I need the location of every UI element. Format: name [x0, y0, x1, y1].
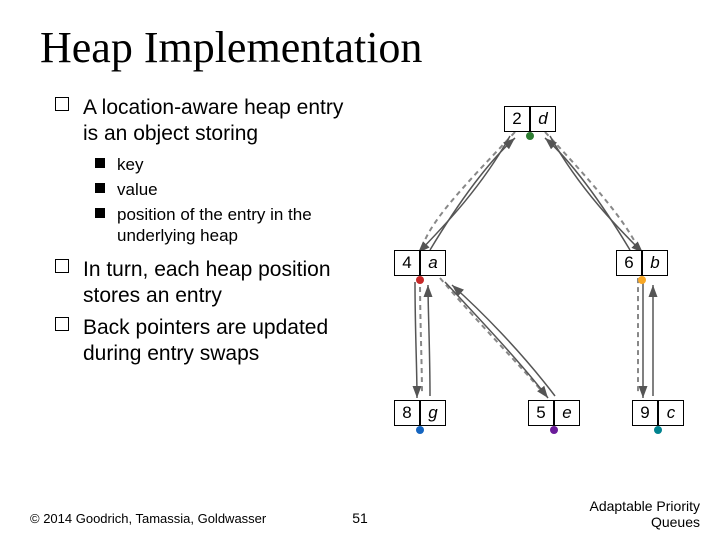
hollow-square-icon	[55, 317, 69, 331]
bullet-1c: position of the entry in the underlying …	[55, 204, 355, 247]
dot-icon	[638, 276, 646, 284]
bullet-3: Back pointers are updated during entry s…	[55, 315, 355, 368]
dot-icon	[416, 276, 424, 284]
bullet-1b: value	[55, 179, 355, 200]
body-text: A location-aware heap entry is an object…	[55, 95, 355, 374]
node-d-value: d	[530, 106, 556, 132]
page-title: Heap Implementation	[40, 22, 422, 73]
bullet-1c-text: position of the entry in the underlying …	[117, 205, 312, 245]
dot-icon	[526, 132, 534, 140]
hollow-square-icon	[55, 259, 69, 273]
node-e-value: e	[554, 400, 580, 426]
node-e-key: 5	[528, 400, 554, 426]
node-d: 2 d	[504, 106, 556, 132]
node-g: 8 g	[394, 400, 446, 426]
heap-diagram: 2 d 4 a 6 b 8 g 5 e 9 c	[360, 90, 700, 490]
dot-icon	[416, 426, 424, 434]
node-d-key: 2	[504, 106, 530, 132]
node-b-value: b	[642, 250, 668, 276]
filled-square-icon	[95, 158, 105, 168]
filled-square-icon	[95, 208, 105, 218]
dot-icon	[654, 426, 662, 434]
bullet-1a-text: key	[117, 155, 143, 174]
node-c-value: c	[658, 400, 684, 426]
footer-text: Adaptable PriorityQueues	[589, 498, 700, 530]
bullet-1b-text: value	[117, 180, 158, 199]
node-a: 4 a	[394, 250, 446, 276]
bullet-2-text: In turn, each heap position stores an en…	[83, 258, 331, 307]
bullet-2: In turn, each heap position stores an en…	[55, 257, 355, 310]
bullet-1: A location-aware heap entry is an object…	[55, 95, 355, 148]
bullet-3-text: Back pointers are updated during entry s…	[83, 316, 328, 365]
page-number: 51	[352, 510, 368, 526]
filled-square-icon	[95, 183, 105, 193]
node-g-value: g	[420, 400, 446, 426]
node-a-value: a	[420, 250, 446, 276]
node-g-key: 8	[394, 400, 420, 426]
hollow-square-icon	[55, 97, 69, 111]
node-b: 6 b	[616, 250, 668, 276]
bullet-1a: key	[55, 154, 355, 175]
footer-text-value: Adaptable PriorityQueues	[589, 498, 700, 530]
copyright-text: © 2014 Goodrich, Tamassia, Goldwasser	[30, 511, 266, 526]
dot-icon	[550, 426, 558, 434]
bullet-1-text: A location-aware heap entry is an object…	[83, 96, 343, 145]
node-a-key: 4	[394, 250, 420, 276]
slide: Heap Implementation A location-aware hea…	[0, 0, 720, 540]
diagram-edges	[360, 90, 700, 490]
node-b-key: 6	[616, 250, 642, 276]
node-c-key: 9	[632, 400, 658, 426]
node-e: 5 e	[528, 400, 580, 426]
node-c: 9 c	[632, 400, 684, 426]
